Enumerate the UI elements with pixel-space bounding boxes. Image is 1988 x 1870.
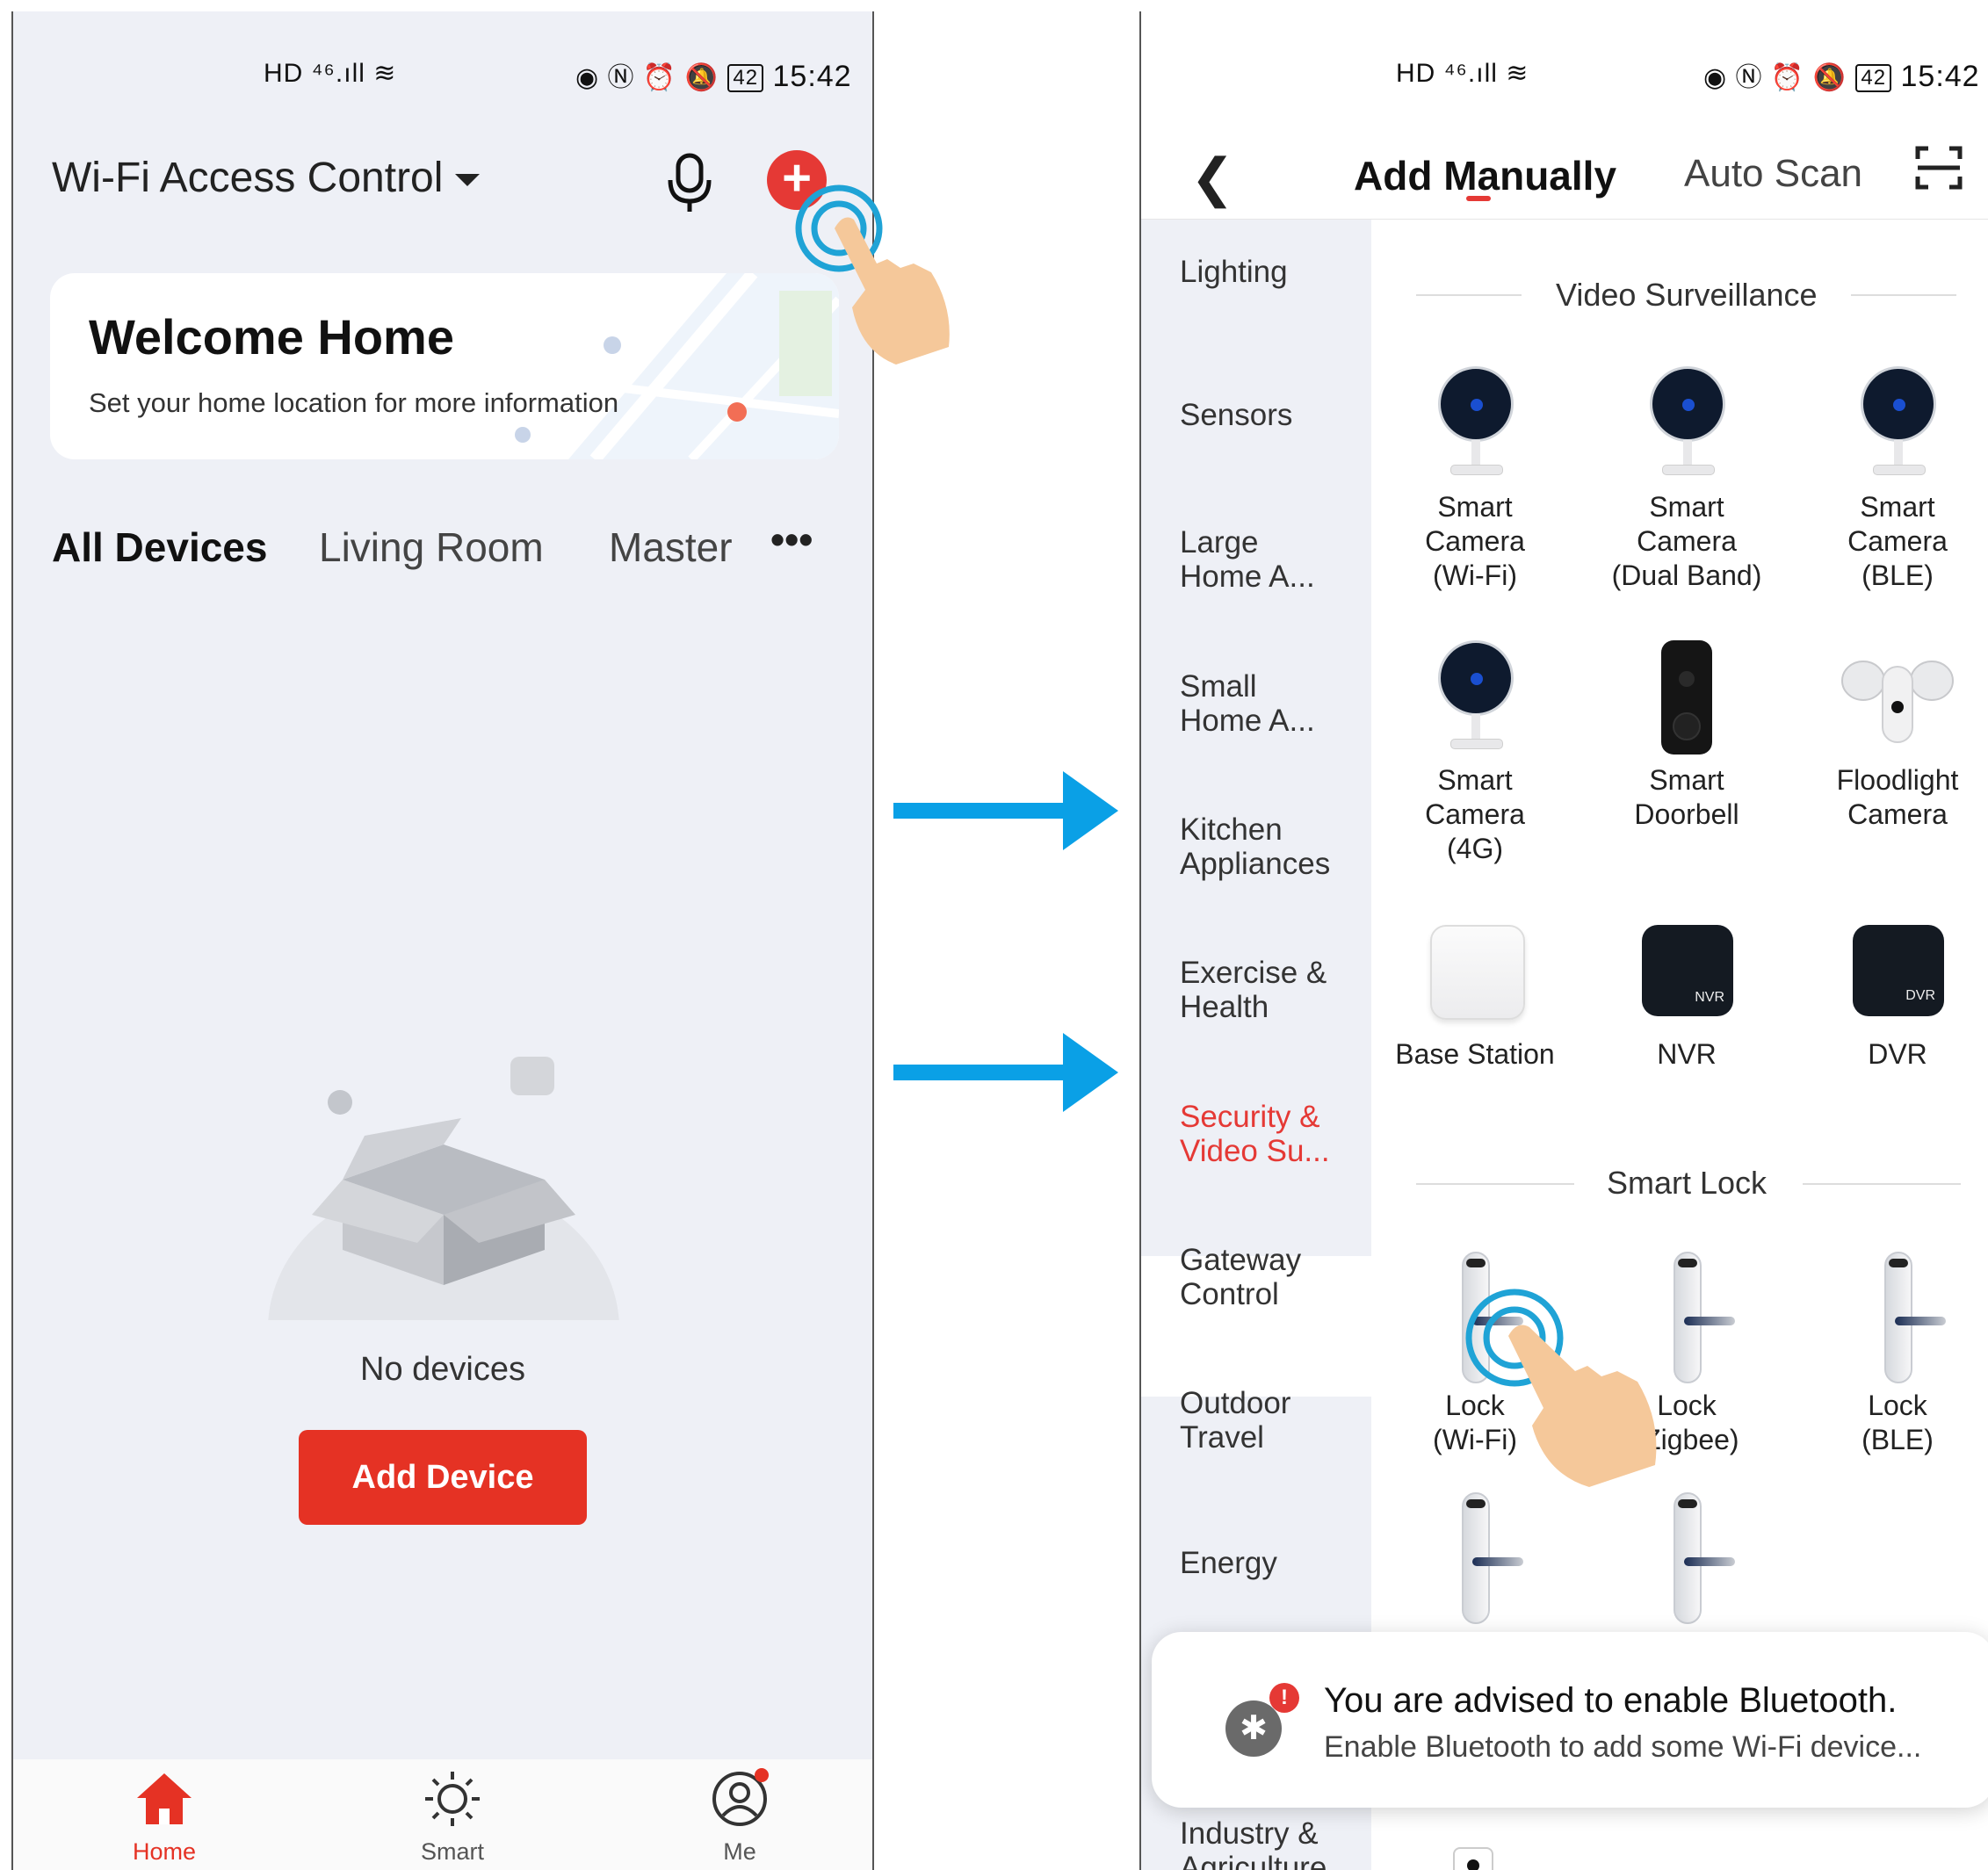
more-tabs-icon[interactable]: •••	[770, 516, 813, 563]
category-small-home[interactable]: Small Home A...	[1180, 669, 1329, 738]
device-floodlight-camera[interactable]: Floodlight Camera	[1801, 763, 1988, 832]
battery-icon: 42	[727, 64, 764, 93]
welcome-subtitle: Set your home location for more informat…	[89, 387, 619, 418]
status-time: 15:42	[1900, 60, 1980, 93]
category-kitchen[interactable]: Kitchen Appliances	[1180, 812, 1364, 881]
divider	[1416, 1183, 1574, 1185]
device-smart-camera-4g[interactable]: Smart Camera (4G)	[1378, 763, 1572, 866]
device-smart-camera-ble[interactable]: Smart Camera (BLE)	[1801, 490, 1988, 593]
arrow-right-icon	[893, 771, 1118, 850]
category-energy[interactable]: Energy	[1180, 1546, 1364, 1580]
category-sensors[interactable]: Sensors	[1180, 398, 1364, 432]
category-outdoor[interactable]: Outdoor Travel	[1180, 1386, 1329, 1455]
add-device-button[interactable]: Add Device	[299, 1430, 587, 1525]
nav-home[interactable]: Home	[103, 1768, 226, 1865]
home-icon	[137, 1773, 192, 1824]
device-dvr[interactable]: DVR	[1801, 1037, 1988, 1072]
toast-title: You are advised to enable Bluetooth.	[1324, 1681, 1898, 1720]
tab-living-room[interactable]: Living Room	[319, 523, 544, 571]
warning-badge: !	[1269, 1683, 1299, 1713]
header: HD ⁴⁶.ıll ≋ ◉ Ⓝ ⏰ 🔕 42 15:42 ❮ Add Manua…	[1141, 11, 1988, 220]
lock-icon	[1453, 1492, 1523, 1624]
device-smart-camera-dual-band[interactable]: Smart Camera (Dual Band)	[1590, 490, 1783, 593]
lock-icon	[1876, 1252, 1946, 1383]
microphone-icon[interactable]	[663, 152, 716, 213]
device-base-station[interactable]: Base Station	[1378, 1037, 1572, 1072]
dvr-icon: DVR	[1853, 925, 1944, 1016]
lock-icon	[1665, 1492, 1735, 1624]
user-icon	[712, 1768, 769, 1826]
home-name: Wi-Fi Access Control	[52, 155, 444, 201]
category-lighting[interactable]: Lighting	[1180, 255, 1364, 289]
tab-all-devices[interactable]: All Devices	[52, 523, 267, 571]
tab-auto-scan[interactable]: Auto Scan	[1684, 152, 1862, 196]
tap-gesture-icon	[795, 184, 950, 365]
active-tab-indicator	[1466, 196, 1491, 201]
scan-icon[interactable]	[1914, 143, 1963, 192]
nav-me[interactable]: Me	[678, 1768, 801, 1865]
add-device-screen: HD ⁴⁶.ıll ≋ ◉ Ⓝ ⏰ 🔕 42 15:42 ❮ Add Manua…	[1139, 11, 1988, 1870]
category-large-home[interactable]: Large Home A...	[1180, 525, 1329, 594]
status-right-icons: ◉ Ⓝ ⏰ 🔕 42 15:42	[1703, 60, 1980, 93]
category-exercise[interactable]: Exercise & Health	[1180, 956, 1329, 1024]
nvr-icon: NVR	[1642, 925, 1733, 1016]
empty-state-text: No devices	[360, 1351, 525, 1388]
camera-icon	[1431, 640, 1519, 754]
device-icon-partial	[1453, 1847, 1493, 1870]
divider	[1803, 1183, 1961, 1185]
section-video-surveillance: Video Surveillance	[1556, 277, 1818, 313]
home-screen: HD ⁴⁶.ıll ≋ ◉ Ⓝ ⏰ 🔕 42 15:42 Wi-Fi Acces…	[11, 11, 874, 1870]
camera-icon	[1854, 366, 1941, 480]
device-smart-doorbell[interactable]: Smart Doorbell	[1590, 763, 1783, 832]
divider	[1416, 294, 1522, 296]
category-security[interactable]: Security & Video Su...	[1180, 1100, 1355, 1168]
section-smart-lock: Smart Lock	[1607, 1165, 1768, 1201]
device-smart-camera-wifi[interactable]: Smart Camera (Wi-Fi)	[1378, 490, 1572, 593]
category-industry[interactable]: Industry & Agriculture	[1180, 1816, 1329, 1870]
floodlight-camera-icon	[1841, 661, 1954, 743]
status-right-icons: ◉ Ⓝ ⏰ 🔕 42 15:42	[575, 60, 852, 93]
status-left-icons: HD ⁴⁶.ıll ≋	[264, 59, 397, 88]
bluetooth-icon: ✱	[1225, 1700, 1282, 1757]
device-nvr[interactable]: NVR	[1590, 1037, 1783, 1072]
base-station-icon	[1430, 925, 1525, 1020]
nav-me-label: Me	[723, 1838, 756, 1865]
camera-icon	[1431, 366, 1519, 480]
device-lock-ble[interactable]: Lock (BLE)	[1801, 1389, 1988, 1457]
welcome-title: Welcome Home	[89, 309, 454, 365]
category-gateway[interactable]: Gateway Control	[1180, 1243, 1364, 1311]
arrow-right-icon	[893, 1033, 1118, 1112]
category-sidebar: Lighting Sensors Large Home A... Small H…	[1141, 220, 1371, 1870]
bottom-navigation: Home Smart Me	[13, 1759, 872, 1870]
welcome-card[interactable]: Welcome Home Set your home location for …	[50, 273, 839, 459]
doorbell-icon	[1661, 640, 1712, 754]
tab-add-manually[interactable]: Add Manually	[1354, 152, 1616, 199]
camera-icon	[1643, 366, 1731, 480]
bluetooth-toast[interactable]: ✱ ! You are advised to enable Bluetooth.…	[1152, 1632, 1988, 1808]
nav-smart[interactable]: Smart	[391, 1768, 514, 1865]
status-left-icons: HD ⁴⁶.ıll ≋	[1396, 59, 1529, 88]
back-arrow-icon[interactable]: ❮	[1190, 148, 1234, 209]
sun-icon	[425, 1772, 480, 1826]
home-selector[interactable]: Wi-Fi Access Control	[52, 154, 481, 202]
battery-icon: 42	[1855, 64, 1892, 93]
tap-gesture-icon	[1465, 1289, 1657, 1487]
divider	[1851, 294, 1956, 296]
lock-icon	[1665, 1252, 1735, 1383]
toast-message: Enable Bluetooth to add some Wi-Fi devic…	[1324, 1730, 1922, 1764]
status-time: 15:42	[772, 60, 852, 93]
nav-smart-label: Smart	[420, 1838, 484, 1865]
tab-master[interactable]: Master	[609, 523, 733, 571]
empty-box-illustration	[268, 1057, 619, 1320]
chevron-down-icon	[455, 174, 481, 187]
nav-home-label: Home	[132, 1838, 197, 1865]
